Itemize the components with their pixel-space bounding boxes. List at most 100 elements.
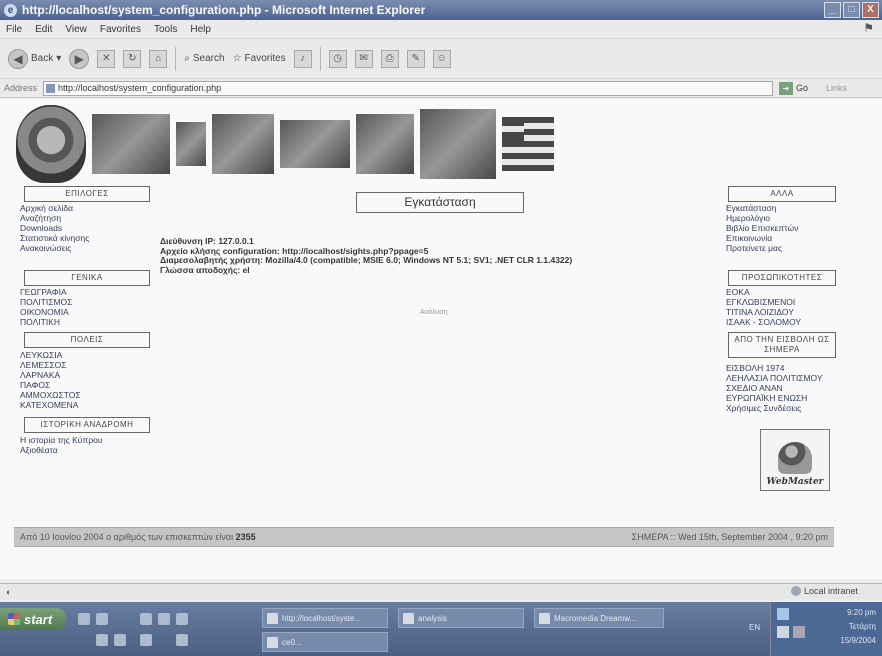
back-arrow-icon: ◀ (8, 48, 28, 69)
quicklaunch-app4-icon[interactable] (176, 634, 188, 646)
link-geography[interactable]: ΓΕΩΓΡΑΦΙΑ (20, 287, 72, 297)
search-button[interactable]: ⌕ Search (184, 53, 224, 64)
link-eoka[interactable]: ΕΟΚΑ (726, 287, 801, 297)
link-invasion-1974[interactable]: ΕΙΣΒΟΛΗ 1974 (726, 363, 823, 373)
menu-view[interactable]: View (65, 24, 87, 35)
link-nicosia[interactable]: ΛΕΥΚΩΣΙΑ (20, 350, 81, 360)
section-title-invasion: ΑΠΟ ΤΗΝ ΕΙΣΒΟΛΗ ΩΣ ΣΗΜΕΡΑ (728, 332, 836, 358)
quicklaunch-folder-icon[interactable] (176, 613, 188, 625)
forward-button[interactable]: ▶ (69, 48, 90, 69)
link-isaak-solomou[interactable]: ΙΣΑΑΚ - ΣΟΛΟΜΟΥ (726, 317, 801, 327)
stop-icon: ✕ (97, 49, 116, 68)
link-occupied[interactable]: ΚΑΤΕΧΟΜΕΝΑ (20, 400, 81, 410)
dreamweaver-task-icon (539, 612, 550, 624)
status-done-icon: ◐ (6, 586, 12, 597)
start-button[interactable]: start (0, 608, 66, 630)
link-limassol[interactable]: ΛΕΜΕΣΣΟΣ (20, 360, 81, 370)
task-dreamweaver[interactable]: Macromedia Dreamw... (534, 608, 664, 628)
link-search[interactable]: Αναζήτηση (20, 213, 89, 223)
favorites-button[interactable]: ☆ Favorites (233, 53, 286, 64)
quicklaunch-media-icon[interactable] (140, 613, 152, 625)
link-titina[interactable]: ΤΙΤΙΝΑ ΛΟΙΖΙΔΟΥ (726, 307, 801, 317)
go-button[interactable]: ➜ Go (779, 81, 808, 95)
link-economy[interactable]: ΟΙΚΟΝΟΜΙΑ (20, 307, 72, 317)
address-input[interactable]: http://localhost/system_configuration.ph… (43, 80, 774, 96)
section-title-general: ΓΕΝΙΚΑ (24, 270, 150, 286)
refresh-button[interactable]: ↻ (123, 49, 142, 68)
link-installation[interactable]: Εγκατάσταση (726, 203, 798, 213)
menu-file[interactable]: File (6, 24, 22, 35)
analysis-link[interactable]: Ανάλυση (420, 309, 447, 316)
link-enclaved[interactable]: ΕΓΚΛΩΒΙΣΜΕΝΟΙ (726, 297, 801, 307)
link-larnaca[interactable]: ΛΑΡΝΑΚΑ (20, 370, 81, 380)
link-cyprus-history[interactable]: Η ιστορία της Κύπρου (20, 435, 103, 445)
menu-tools[interactable]: Tools (154, 24, 177, 35)
home-button[interactable]: ⌂ (149, 49, 168, 68)
quicklaunch-explorer-icon[interactable] (158, 613, 170, 625)
webmaster-label: WebMaster (766, 477, 824, 487)
stop-button[interactable]: ✕ (97, 49, 116, 68)
print-icon: ⎙ (380, 49, 399, 68)
link-eu[interactable]: ΕΥΡΩΠΑΪΚΗ ΕΝΩΣΗ (726, 393, 823, 403)
refresh-icon: ↻ (123, 49, 142, 68)
quicklaunch-app-icon[interactable] (96, 634, 108, 646)
link-recommend[interactable]: Προτείνετε μας (726, 243, 798, 253)
link-statistics[interactable]: Στατιστικά κίνησης (20, 233, 89, 243)
banner-image-6 (420, 109, 496, 179)
link-cultural-looting[interactable]: ΛΕΗΛΑΣΙΑ ΠΟΛΙΤΙΣΜΟΥ (726, 373, 823, 383)
link-home[interactable]: Αρχική σελίδα (20, 203, 89, 213)
link-sights[interactable]: Αξιοθέατα (20, 445, 103, 455)
task-ie[interactable]: http://localhost/syste... (262, 608, 388, 628)
link-guestbook[interactable]: Βιβλίο Επισκεπτών (726, 223, 798, 233)
tray-app-icon[interactable] (793, 626, 805, 638)
link-calendar[interactable]: Ημερολόγιο (726, 213, 798, 223)
quicklaunch-desktop-icon[interactable] (78, 613, 90, 625)
edit-button[interactable]: ✎ (406, 49, 425, 68)
tray-volume-icon[interactable] (777, 626, 789, 638)
tray-network-icon[interactable] (777, 608, 789, 620)
link-paphos[interactable]: ΠΑΦΟΣ (20, 380, 81, 390)
quicklaunch-ie-icon[interactable] (96, 613, 108, 625)
history-button[interactable]: ◷ (328, 49, 347, 68)
back-button[interactable]: ◀ Back ▾ (8, 48, 61, 69)
link-useful-links[interactable]: Χρήσιμες Συνδέσεις (726, 403, 823, 413)
link-annan-plan[interactable]: ΣΧΕΔΙΟ ΑΝΑΝ (726, 383, 823, 393)
quicklaunch-app2-icon[interactable] (114, 634, 126, 646)
print-button[interactable]: ⎙ (380, 49, 399, 68)
mail-button[interactable]: ✉ (354, 49, 373, 68)
mail-icon: ✉ (354, 49, 373, 68)
ie-task-icon (267, 612, 278, 624)
link-announcements[interactable]: Ανακοινώσεις (20, 243, 89, 253)
footer-bar: Από 10 Ιουνίου 2004 ο αριθμός των επισκε… (14, 527, 834, 547)
links-button[interactable]: Links (826, 83, 847, 93)
task-analysis[interactable]: analysis (398, 608, 524, 628)
toolbar: ◀ Back ▾ ▶ ✕ ↻ ⌂ ⌕ Search ☆ Favorites ♪ … (0, 38, 882, 78)
other-links: Εγκατάσταση Ημερολόγιο Βιβλίο Επισκεπτών… (726, 203, 798, 253)
menu-edit[interactable]: Edit (35, 24, 52, 35)
link-famagusta[interactable]: ΑΜΜΟΧΩΣΤΟΣ (20, 390, 81, 400)
edit-icon: ✎ (406, 49, 425, 68)
link-culture[interactable]: ΠΟΛΙΤΙΣΜΟΣ (20, 297, 72, 307)
minimize-button[interactable]: _ (824, 2, 841, 18)
quicklaunch-app3-icon[interactable] (140, 634, 152, 646)
clock-day: Τετάρτη (848, 622, 876, 631)
close-button[interactable]: X (862, 2, 879, 18)
maximize-button[interactable]: □ (843, 2, 860, 18)
banner-image-4 (280, 120, 350, 168)
messenger-button[interactable]: ☺ (432, 49, 451, 68)
menu-help[interactable]: Help (190, 24, 211, 35)
task-document[interactable]: ce0... (262, 632, 388, 652)
menu-bar: File Edit View Favorites Tools Help ⚑ (0, 20, 882, 38)
windows-flag-icon: ⚑ (863, 21, 874, 35)
address-bar: Address http://localhost/system_configur… (0, 78, 882, 98)
link-contact[interactable]: Επικοινωνία (726, 233, 798, 243)
clock-time[interactable]: 9:20 pm (847, 608, 876, 617)
menu-favorites[interactable]: Favorites (100, 24, 141, 35)
link-politics[interactable]: ΠΟΛΙΤΙΚΗ (20, 317, 72, 327)
title-bar: e http://localhost/system_configuration.… (0, 0, 882, 20)
language-indicator[interactable]: EN (749, 623, 760, 632)
media-button[interactable]: ♪ (293, 49, 312, 68)
webmaster-logo[interactable]: WebMaster (760, 429, 830, 491)
link-downloads[interactable]: Downloads (20, 223, 89, 233)
section-title-cities: ΠΟΛΕΙΣ (24, 332, 150, 348)
